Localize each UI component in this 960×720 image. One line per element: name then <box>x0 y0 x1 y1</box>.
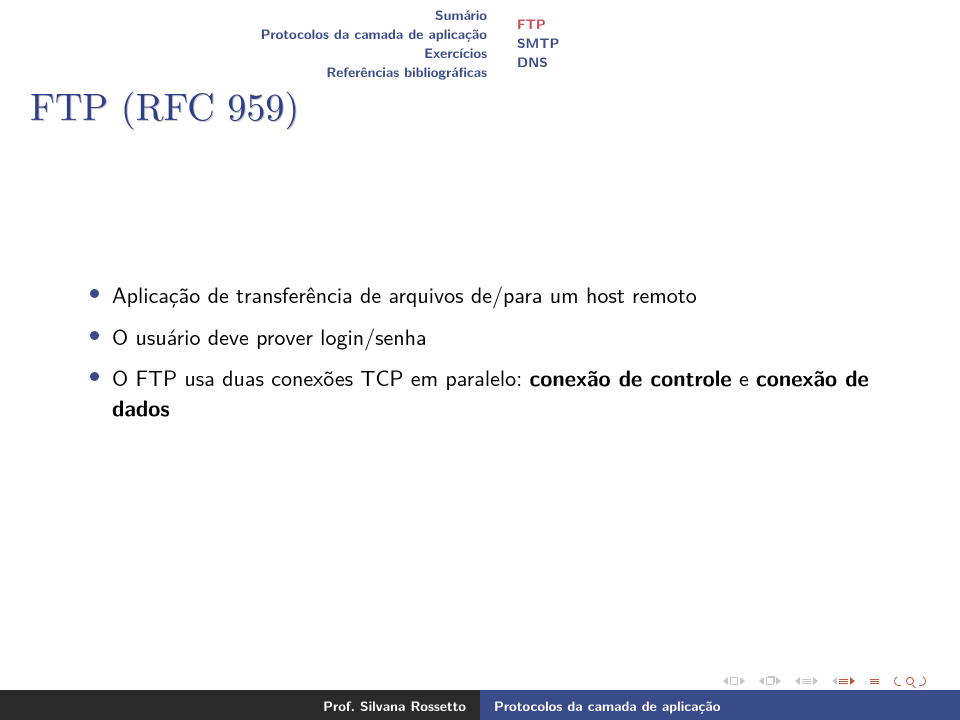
next-subsection-icon <box>813 677 818 685</box>
subsection-current[interactable]: FTP <box>517 15 733 34</box>
nav-frame[interactable] <box>759 677 781 685</box>
beamer-nav-symbols <box>723 676 926 686</box>
nav-slide[interactable] <box>723 677 745 685</box>
bullet-list: Aplicação de transferência de arquivos d… <box>84 280 910 423</box>
prev-subsection-icon <box>795 677 800 685</box>
nav-section[interactable] <box>832 677 855 685</box>
subsection-link[interactable]: SMTP <box>517 34 733 53</box>
prev-frame-icon <box>759 677 764 685</box>
next-frame-icon <box>776 677 781 685</box>
section-link[interactable]: Exercícios <box>227 44 487 63</box>
bullet-item: Aplicação de transferência de arquivos d… <box>84 280 910 310</box>
search-icon <box>906 677 914 685</box>
bullet-text: e <box>732 361 756 393</box>
prev-section-icon <box>832 677 837 685</box>
headline-sections: Sumário Protocolos da camada de aplicaçã… <box>227 6 487 82</box>
frame-icon <box>766 677 774 685</box>
bullet-text: O FTP usa duas conexões TCP em paralelo: <box>112 361 530 393</box>
nav-backforward[interactable] <box>894 676 926 686</box>
frame-title: FTP (RFC 959) <box>30 78 299 132</box>
forward-icon <box>915 675 928 688</box>
section-icon <box>839 679 848 684</box>
footline: Prof. Silvana Rossetto Protocolos da cam… <box>0 690 960 720</box>
section-link[interactable]: Protocolos da camada de aplicação <box>227 25 487 44</box>
headline: Sumário Protocolos da camada de aplicaçã… <box>0 6 960 82</box>
doc-icon[interactable] <box>870 679 879 684</box>
slide: Sumário Protocolos da camada de aplicaçã… <box>0 0 960 720</box>
prev-slide-icon <box>723 677 728 685</box>
bullet-bold: conexão de controle <box>530 361 732 393</box>
footer-author: Prof. Silvana Rossetto <box>0 690 480 720</box>
subsection-link[interactable]: DNS <box>517 53 733 72</box>
slide-icon <box>730 677 738 685</box>
next-section-icon <box>850 677 855 685</box>
subsection-icon <box>802 679 811 684</box>
section-link[interactable]: Sumário <box>227 6 487 25</box>
footer-title: Protocolos da camada de aplicação <box>480 690 960 720</box>
next-slide-icon <box>740 677 745 685</box>
body-block: Aplicação de transferência de arquivos d… <box>84 280 910 435</box>
bullet-item: O FTP usa duas conexões TCP em paralelo:… <box>84 363 910 422</box>
headline-subsections: FTP SMTP DNS <box>513 15 733 72</box>
bullet-item: O usuário deve prover login/senha <box>84 322 910 352</box>
nav-subsection[interactable] <box>795 677 818 685</box>
back-icon <box>893 675 906 688</box>
